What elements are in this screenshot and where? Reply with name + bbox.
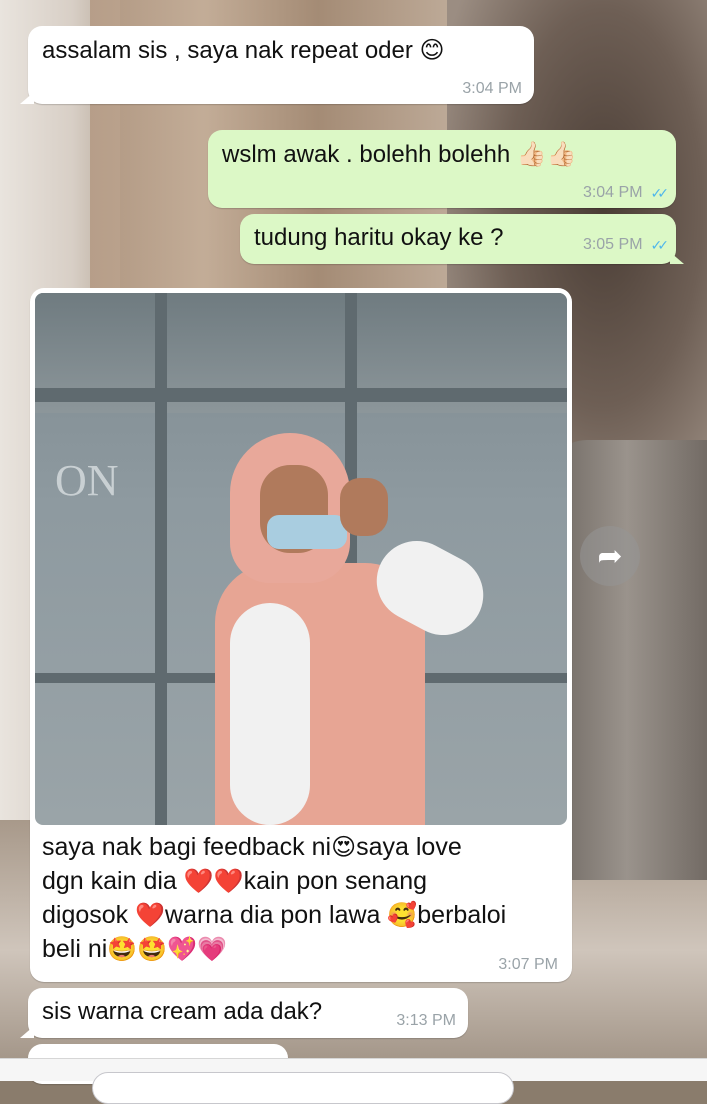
growing-heart-emoji-icon: 💗 [197,935,227,963]
message-text: sis warna cream ada dak? [42,998,323,1025]
photo-signage: ON [55,456,119,505]
sparkling-heart-emoji-icon: 💖 [167,935,197,963]
message-time: 3:04 PM [582,184,643,201]
red-heart-emoji-icon: ❤️ [135,901,166,929]
star-struck-emoji-icon: 🤩 [137,935,168,963]
message-incoming[interactable]: assalam sis , saya nak repeat oder 😊 3:0… [20,26,534,104]
smiling-hearts-emoji-icon: 🥰 [387,901,418,929]
smile-emoji-icon: 😊 [419,36,445,64]
thumbs-up-emoji-icon: 👍🏻👍🏻 [516,140,577,168]
photo-attachment[interactable]: ON [35,293,567,825]
message-time: 3:13 PM [396,1012,456,1029]
message-time: 3:07 PM [498,956,558,973]
star-struck-emoji-icon: 🤩 [107,935,138,963]
double-check-icon: ✓✓ [650,185,670,201]
red-heart-emoji-icon: ❤️ [213,867,244,895]
message-input[interactable] [92,1072,514,1104]
message-outgoing[interactable]: wslm awak . bolehh bolehh 👍🏻👍🏻 3:04 PM ✓… [208,130,676,208]
message-text: wslm awak . bolehh bolehh [222,141,511,168]
message-incoming[interactable]: sis warna cream ada dak? 3:13 PM [20,988,468,1038]
message-text: assalam sis , saya nak repeat oder [42,37,413,64]
message-outgoing[interactable]: tudung haritu okay ke ? 3:05 PM ✓✓ [240,214,684,264]
red-heart-emoji-icon: ❤️ [183,867,214,895]
message-time: 3:05 PM [582,236,643,253]
photo-caption: saya nak bagi feedback ni😍saya love dgn … [42,833,507,963]
message-text: tudung haritu okay ke ? [254,224,504,251]
message-incoming-photo[interactable]: ON saya nak bagi feedback ni😍saya love d… [30,288,572,982]
message-time: 3:04 PM [462,80,522,97]
double-check-icon: ✓✓ [650,237,670,253]
forward-arrow-icon[interactable]: ➦ [580,526,640,586]
heart-eyes-emoji-icon: 😍 [331,833,357,861]
